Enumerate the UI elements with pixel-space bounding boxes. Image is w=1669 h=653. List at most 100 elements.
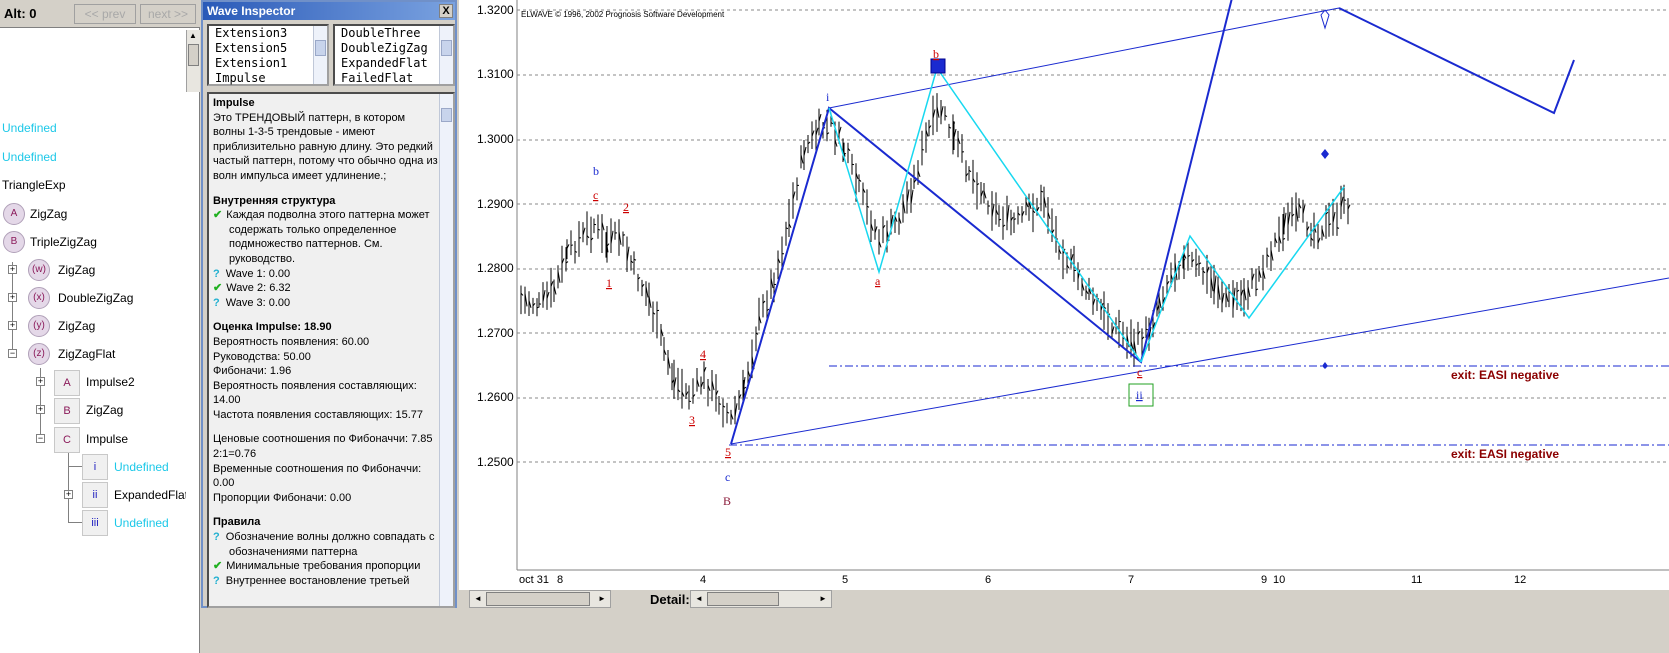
question-icon: ? bbox=[213, 267, 220, 280]
price-tick-label: 1.2500 bbox=[477, 455, 514, 469]
expand-icon[interactable]: + bbox=[36, 405, 45, 414]
price-bar-close bbox=[570, 244, 574, 246]
elliott-wave-chart[interactable]: 1.3200 1.3100 1.3000 1.2900 1.2800 1.270… bbox=[459, 0, 1669, 590]
channel-line bbox=[730, 277, 1669, 445]
date-tick-label: 11 bbox=[1411, 574, 1422, 586]
copyright-text: ELWAVE © 1996, 2002 Prognosis Software D… bbox=[521, 10, 725, 19]
close-icon[interactable]: X bbox=[439, 4, 453, 18]
description-scrollbar[interactable] bbox=[439, 94, 453, 606]
wave-tree-panel: Alt: 0 << prev next >> ▲ Undefined Undef… bbox=[0, 0, 200, 653]
tree-scroll-thumb[interactable] bbox=[188, 44, 199, 66]
date-tick-label: 9 bbox=[1261, 574, 1267, 586]
list-item[interactable]: DoubleZigZag bbox=[335, 41, 453, 56]
pattern-list-left[interactable]: Extension3 Extension5 Extension1 Impulse bbox=[207, 24, 329, 86]
wave-b-icon: B bbox=[3, 231, 25, 253]
tree-node-doublezigzag[interactable]: DoubleZigZag bbox=[58, 287, 133, 309]
wave-b-icon: B bbox=[54, 398, 80, 424]
tree-node-triangleexp[interactable]: TriangleExp bbox=[2, 174, 66, 196]
next-button[interactable]: next >> bbox=[140, 4, 196, 24]
date-tick-label: 12 bbox=[1514, 574, 1526, 586]
chart-horizontal-scrollbar[interactable]: ◄ ► bbox=[469, 590, 611, 608]
list-item[interactable]: Extension1 bbox=[209, 56, 327, 71]
scroll-left-icon[interactable]: ◄ bbox=[471, 592, 485, 606]
wave-label: 5 bbox=[725, 445, 731, 459]
price-tick-label: 1.3200 bbox=[477, 3, 514, 17]
wave-i-icon: i bbox=[82, 454, 108, 480]
alt-label: Alt: 0 bbox=[4, 6, 37, 21]
expand-icon[interactable]: + bbox=[8, 293, 17, 302]
tree-node-zigzag[interactable]: ZigZag bbox=[58, 315, 95, 337]
tree-node-impulse2[interactable]: Impulse2 bbox=[86, 371, 135, 393]
detail-slider[interactable]: ◄ ► bbox=[690, 590, 832, 608]
impulse-wave-line bbox=[730, 0, 1233, 445]
tree-node-triplezigzag[interactable]: TripleZigZag bbox=[30, 231, 97, 253]
date-tick-label: 7 bbox=[1128, 574, 1134, 586]
inspector-title: Wave Inspector bbox=[203, 2, 455, 20]
wave-label: a bbox=[875, 274, 881, 288]
collapse-icon[interactable]: − bbox=[8, 349, 17, 358]
check-icon: ✔ bbox=[213, 282, 223, 295]
wave-label: B bbox=[723, 494, 731, 508]
tree-node-zigzag[interactable]: ZigZag bbox=[30, 203, 67, 225]
wave-w-icon: (w) bbox=[28, 259, 50, 281]
tree-node-expandedflat[interactable]: ExpandedFlat bbox=[114, 484, 186, 506]
correction-wave-line bbox=[828, 66, 1142, 363]
fib-line: Пропорции Фибоначи: 0.00 bbox=[213, 491, 352, 504]
list-item[interactable]: Extension3 bbox=[209, 26, 327, 41]
tree-node-zigzag[interactable]: ZigZag bbox=[86, 399, 123, 421]
price-tick-label: 1.2600 bbox=[477, 390, 514, 404]
scroll-right-icon[interactable]: ► bbox=[595, 592, 609, 606]
selected-point-icon[interactable] bbox=[930, 58, 946, 74]
expand-icon[interactable]: + bbox=[8, 265, 17, 274]
list-item[interactable]: ExpandedFlat bbox=[335, 56, 453, 71]
list-item[interactable]: Impulse bbox=[209, 71, 327, 86]
check-icon: ✔ bbox=[213, 560, 223, 573]
score-line: Вероятность появления: 60.00 bbox=[213, 335, 370, 348]
wave-x-icon: (x) bbox=[28, 287, 50, 309]
tree-node-zigzagflat[interactable]: ZigZagFlat bbox=[58, 343, 115, 365]
wave-label: c bbox=[593, 188, 598, 202]
question-icon: ? bbox=[213, 296, 220, 309]
expand-icon[interactable]: + bbox=[8, 321, 17, 330]
price-bar-close bbox=[597, 228, 601, 231]
tree-node-undefined[interactable]: Undefined bbox=[2, 117, 57, 139]
wave-label: ii bbox=[1136, 388, 1143, 402]
score-line: Частота появления составляющих: 15.77 bbox=[213, 408, 424, 421]
price-bar-close bbox=[622, 234, 626, 236]
scroll-thumb[interactable] bbox=[486, 592, 590, 606]
list-item[interactable]: DoubleThree bbox=[335, 26, 453, 41]
scroll-thumb[interactable] bbox=[441, 40, 452, 56]
chart-canvas[interactable]: 1.3200 1.3100 1.3000 1.2900 1.2800 1.270… bbox=[459, 0, 1669, 590]
pattern-list-right[interactable]: DoubleThree DoubleZigZag ExpandedFlat Fa… bbox=[333, 24, 455, 86]
scroll-thumb[interactable] bbox=[441, 108, 452, 122]
list-item[interactable]: Extension5 bbox=[209, 41, 327, 56]
scroll-up-icon[interactable]: ▲ bbox=[189, 31, 197, 40]
wave-label: c bbox=[725, 470, 730, 484]
tree-node-undefined[interactable]: Undefined bbox=[114, 512, 169, 534]
tree-node-zigzag[interactable]: ZigZag bbox=[58, 259, 95, 281]
wave-label: 4 bbox=[700, 347, 706, 361]
list-scrollbar[interactable] bbox=[313, 26, 327, 84]
prev-button[interactable]: << prev bbox=[74, 4, 136, 24]
diamond-marker-icon bbox=[1321, 149, 1329, 159]
detail-slider-thumb[interactable] bbox=[707, 592, 779, 606]
tree-node-undefined[interactable]: Undefined bbox=[2, 146, 57, 168]
list-item[interactable]: FailedFlat bbox=[335, 71, 453, 86]
scroll-thumb[interactable] bbox=[315, 40, 326, 56]
tree-scrollbar[interactable]: ▲ bbox=[186, 30, 200, 92]
expand-icon[interactable]: + bbox=[36, 377, 45, 386]
question-icon: ? bbox=[213, 531, 220, 544]
date-tick-label: 10 bbox=[1273, 574, 1285, 586]
expand-icon[interactable]: + bbox=[64, 490, 73, 499]
scroll-right-icon[interactable]: ► bbox=[816, 592, 830, 606]
diamond-marker-icon bbox=[1320, 9, 1330, 30]
list-scrollbar[interactable] bbox=[439, 26, 453, 84]
fib-line: Временные соотношения по Фибоначчи: 0.00 bbox=[213, 462, 422, 490]
price-tick-label: 1.3100 bbox=[477, 67, 514, 81]
tree-node-impulse[interactable]: Impulse bbox=[86, 428, 128, 450]
collapse-icon[interactable]: − bbox=[36, 434, 45, 443]
scroll-left-icon[interactable]: ◄ bbox=[692, 592, 706, 606]
exit-label: exit: EASI negative bbox=[1451, 368, 1559, 382]
tree-node-undefined[interactable]: Undefined bbox=[114, 456, 169, 478]
wave-label: i bbox=[826, 90, 830, 104]
